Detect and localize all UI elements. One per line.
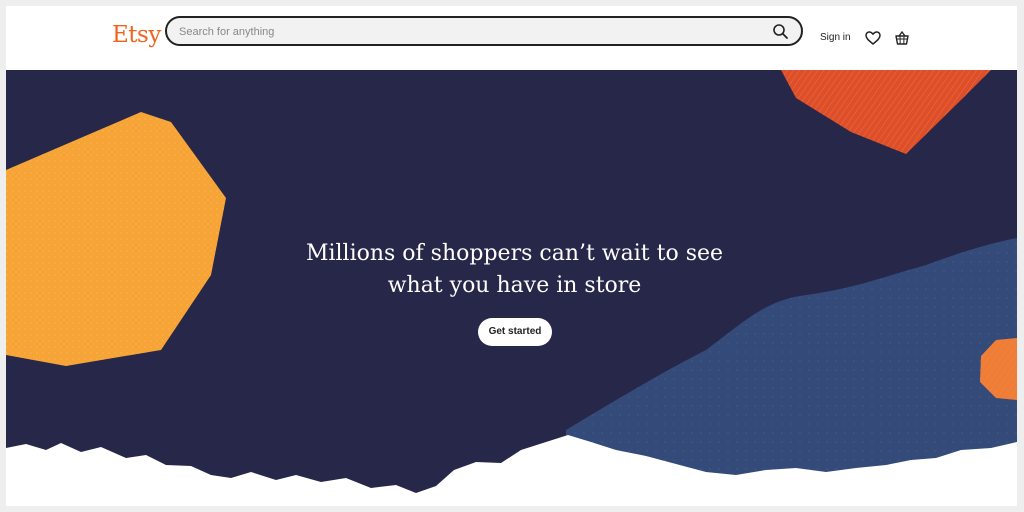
search-icon[interactable] <box>771 22 791 42</box>
page-frame: Etsy Sign in <box>6 6 1017 506</box>
hero-banner: Millions of shoppers can’t wait to see w… <box>6 70 1017 506</box>
search-input[interactable] <box>177 18 751 46</box>
etsy-logo[interactable]: Etsy <box>112 22 161 48</box>
site-header: Etsy Sign in <box>6 6 1017 70</box>
search-bar[interactable] <box>165 16 803 46</box>
get-started-button[interactable]: Get started <box>478 318 552 346</box>
basket-icon[interactable] <box>893 29 911 47</box>
hero-headline-line2: what you have in store <box>387 273 642 298</box>
hero-headline-line1: Millions of shoppers can’t wait to see <box>305 241 724 266</box>
heart-icon[interactable] <box>864 29 882 47</box>
sign-in-link[interactable]: Sign in <box>820 32 851 43</box>
hero-headline: Millions of shoppers can’t wait to see w… <box>6 238 1017 302</box>
